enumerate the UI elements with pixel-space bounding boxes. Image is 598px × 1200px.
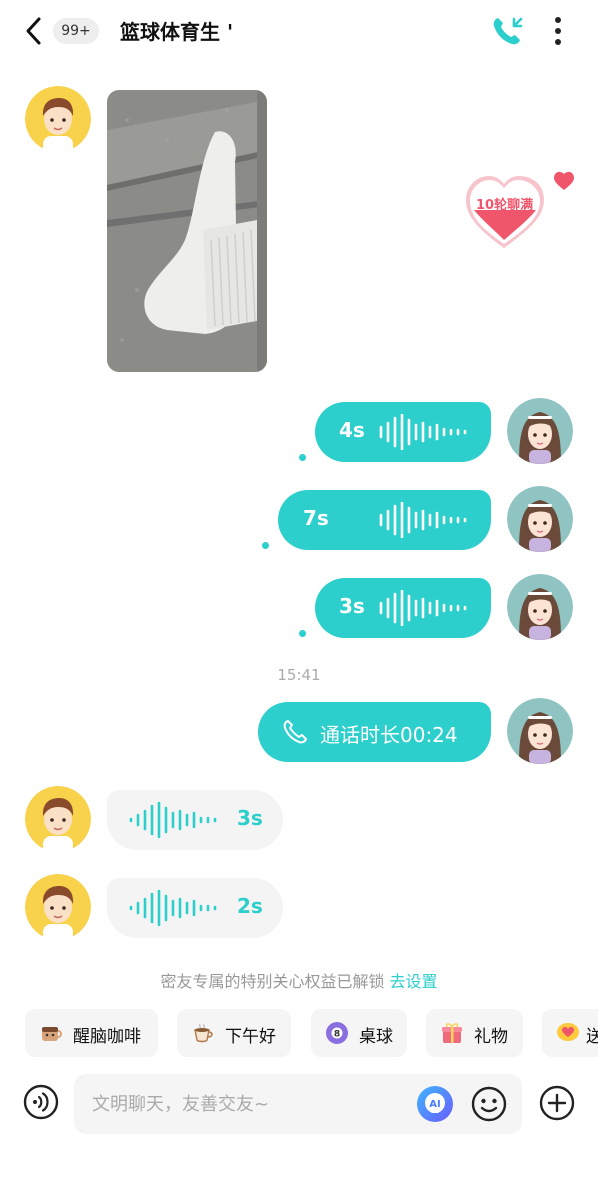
svg-text:AI: AI (429, 1099, 440, 1110)
my-avatar[interactable] (507, 398, 573, 464)
heart-badge-label: 10轮聊满 (476, 198, 534, 213)
girl-avatar-icon (507, 574, 573, 640)
voice-call-button[interactable] (490, 14, 524, 48)
unread-badge[interactable]: 99+ (53, 18, 99, 44)
voice-duration: 4s (339, 418, 365, 442)
sock-photo-image (107, 90, 267, 372)
message-input-container: AI (74, 1074, 522, 1134)
chip-label: 送 (586, 1027, 598, 1047)
chip-label: 桌球 (359, 1027, 393, 1047)
more-actions-button[interactable] (538, 1084, 576, 1122)
voice-input-toggle[interactable] (23, 1084, 59, 1120)
voice-duration: 7s (303, 506, 329, 530)
my-avatar[interactable] (507, 698, 573, 764)
plus-icon (539, 1085, 575, 1121)
boy-avatar-icon (25, 874, 91, 940)
chevron-left-icon (26, 17, 41, 45)
svg-text:8: 8 (334, 1030, 340, 1040)
voice-duration: 2s (237, 894, 263, 918)
unread-dot (299, 454, 306, 461)
coffee-cup-icon (194, 1023, 213, 1043)
sound-wave-icon (129, 802, 217, 838)
message-input[interactable] (92, 1088, 412, 1120)
quick-chip-afternoon[interactable]: 下午好 (177, 1009, 291, 1057)
voice-duration: 3s (237, 806, 263, 830)
phone-handset-icon (283, 720, 307, 744)
more-options-button[interactable] (546, 14, 570, 48)
quick-chip-billiards[interactable]: 8 桌球 (311, 1009, 407, 1057)
my-avatar[interactable] (507, 486, 573, 552)
gift-icon (442, 1023, 462, 1043)
chip-label: 下午好 (225, 1027, 276, 1047)
chat-header: 99+ 篮球体育生 ' (0, 0, 598, 62)
sound-wave-icon (129, 890, 217, 926)
voice-message-in[interactable]: 2s (107, 878, 283, 938)
phone-icon (493, 17, 523, 45)
sound-wave-icon (379, 590, 467, 626)
ai-assistant-button[interactable]: AI (416, 1085, 454, 1123)
vertical-dots-icon (555, 17, 561, 45)
voice-message-out[interactable]: 7s (278, 490, 491, 550)
sound-wave-icon (379, 502, 467, 538)
voice-message-out[interactable]: 3s (315, 578, 491, 638)
voice-message-in[interactable]: 3s (107, 790, 283, 850)
quick-chip-gift[interactable]: 礼物 (426, 1009, 523, 1057)
my-avatar[interactable] (507, 574, 573, 640)
girl-avatar-icon (507, 398, 573, 464)
call-record-message[interactable]: 通话时长00:24 (258, 702, 491, 762)
call-duration-text: 通话时长00:24 (320, 723, 458, 747)
unread-dot (299, 630, 306, 637)
emoji-button[interactable] (470, 1085, 508, 1123)
coffee-face-icon (42, 1027, 62, 1041)
quick-chip-coffee[interactable]: 醒脑咖啡 (25, 1009, 158, 1057)
voice-message-out[interactable]: 4s (315, 402, 491, 462)
back-button[interactable] (20, 14, 50, 48)
smiley-icon (471, 1086, 507, 1122)
billiard-ball-icon: 8 (326, 1022, 348, 1044)
girl-avatar-icon (507, 486, 573, 552)
notice-text: 密友专属的特别关心权益已解锁 (160, 972, 385, 991)
friend-avatar[interactable] (25, 874, 91, 940)
go-settings-link[interactable]: 去设置 (390, 972, 438, 991)
voice-duration: 3s (339, 594, 365, 618)
ai-icon: AI (417, 1086, 453, 1122)
sound-wave-icon (379, 414, 467, 450)
friend-avatar[interactable] (25, 786, 91, 852)
unread-dot (262, 542, 269, 549)
chip-label: 礼物 (474, 1027, 508, 1047)
boy-avatar-icon (25, 86, 91, 152)
chat-title: 篮球体育生 ' (120, 20, 234, 44)
boy-avatar-icon (25, 786, 91, 852)
voice-wave-icon (23, 1084, 59, 1120)
chip-label: 醒脑咖啡 (73, 1027, 141, 1047)
quick-chip-send[interactable]: 送 (542, 1009, 598, 1057)
chat-rounds-heart-badge[interactable]: 10轮聊满 (462, 170, 582, 252)
privilege-notice: 密友专属的特别关心权益已解锁 去设置 (0, 968, 598, 992)
message-timestamp: 15:41 (277, 666, 321, 684)
heart-chat-icon (557, 1023, 579, 1041)
photo-message[interactable] (107, 90, 267, 372)
friend-avatar[interactable] (25, 86, 91, 152)
girl-avatar-icon (507, 698, 573, 764)
